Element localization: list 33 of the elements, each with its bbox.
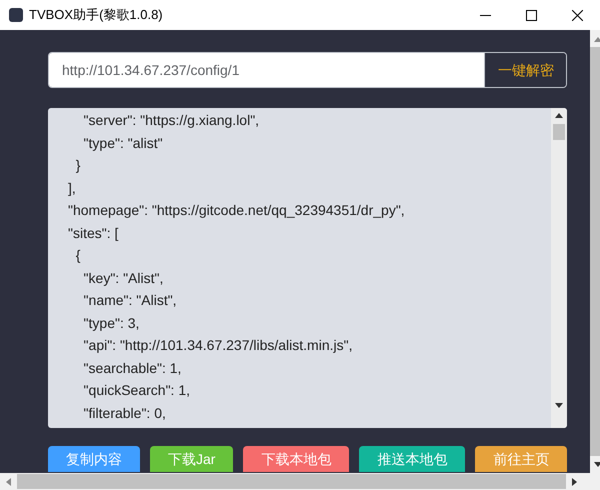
code-line: "quickSearch": 1,	[82, 381, 190, 400]
action-button[interactable]: 复制内容	[48, 446, 140, 472]
minimize-icon	[480, 14, 490, 16]
scroll-right-arrow-icon	[572, 478, 577, 486]
code-line: "type": "alist"	[82, 134, 163, 153]
scroll-up-arrow-icon	[555, 113, 564, 118]
window-title: TVBOX助手(黎歌1.0.8)	[29, 6, 163, 24]
scroll-left-arrow-icon	[6, 478, 11, 486]
scroll-down-arrow-icon	[555, 403, 564, 408]
scrollbar-thumb[interactable]	[17, 474, 566, 489]
action-button[interactable]: 下载本地包	[243, 446, 350, 472]
scroll-down-arrow-icon	[594, 462, 600, 467]
code-line: "name": "Alist",	[82, 291, 177, 310]
scrollbar-thumb[interactable]	[553, 124, 566, 140]
code-line: "searchable": 1,	[82, 358, 182, 378]
maximize-icon	[526, 10, 536, 20]
close-icon	[572, 10, 582, 20]
code-line: "type": 3,	[82, 314, 140, 333]
code-line: "key": "Alist",	[82, 268, 164, 288]
action-button[interactable]: 前往主页	[475, 446, 568, 472]
scroll-up-arrow-icon	[594, 37, 600, 42]
action-button[interactable]: 下载Jar	[150, 446, 234, 472]
code-line: "sites": [	[68, 224, 118, 243]
code-line: ],	[68, 178, 76, 198]
action-button[interactable]: 推送本地包	[359, 446, 466, 472]
app-icon	[9, 8, 23, 22]
code-line: "filterable": 0,	[82, 404, 166, 422]
code-line: "api": "http://101.34.67.237/libs/alist.min.js",	[82, 336, 352, 355]
code-line: "homepage": "https://gitcode.net/qq_32394351/dr_py",	[68, 201, 405, 220]
code-line: {	[74, 246, 80, 265]
code-line: "server": "https://g.xiang.lol",	[82, 111, 260, 130]
content-text-area[interactable]	[48, 108, 568, 428]
code-line: }	[74, 156, 80, 175]
